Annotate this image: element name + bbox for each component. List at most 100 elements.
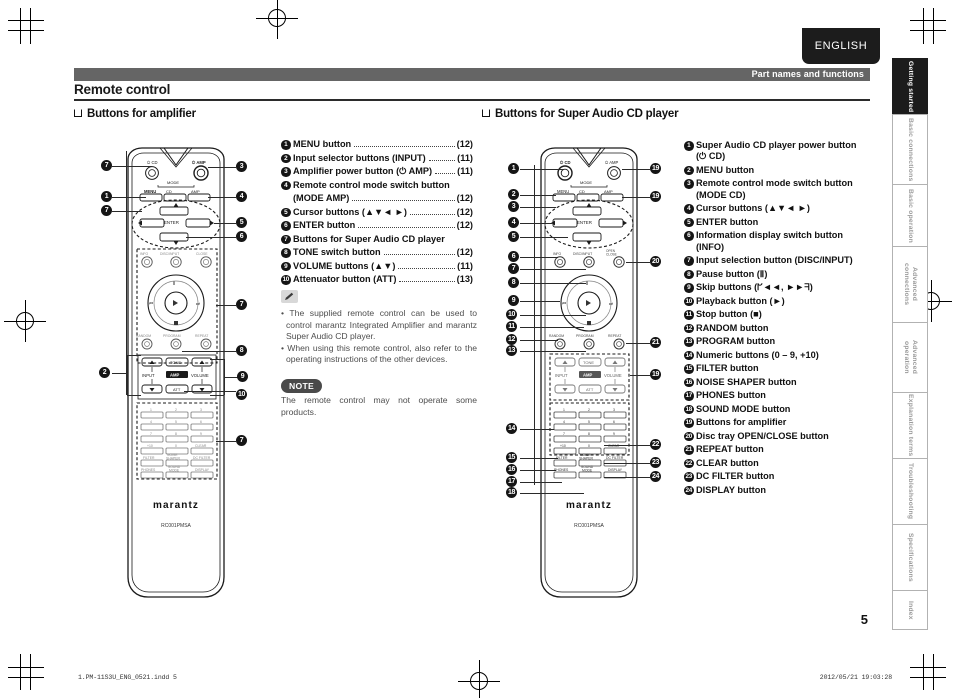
- side-tab-troubleshooting[interactable]: Troubleshooting: [892, 458, 928, 524]
- svg-text:PROGRAM: PROGRAM: [576, 334, 594, 338]
- list-item-number: 9: [684, 283, 694, 293]
- side-tab-advanced-connections[interactable]: Advanced connections: [892, 246, 928, 322]
- leader-line: [520, 493, 584, 494]
- svg-text:CLOSE: CLOSE: [196, 252, 208, 256]
- svg-text:⏻ CD: ⏻ CD: [147, 160, 158, 165]
- callout-marker: 19: [650, 163, 661, 174]
- list-item: 7 Input selection button (DISC/INPUT): [684, 255, 889, 266]
- crop-mark: [8, 20, 44, 21]
- callout-marker: 6: [508, 251, 519, 262]
- list-item-page-ref[interactable]: (12): [457, 193, 473, 204]
- list-item: 19 Buttons for amplifier: [684, 417, 889, 428]
- side-tab-label: Advanced operation: [903, 340, 918, 375]
- list-item-label: Amplifier power button (⏻ AMP): [293, 166, 433, 176]
- list-item-page-ref[interactable]: (13): [457, 274, 473, 285]
- callout-marker: 3: [236, 161, 247, 172]
- list-item-number: 2: [281, 153, 291, 163]
- list-item: 23 DC FILTER button: [684, 471, 889, 482]
- leader-line: [127, 355, 128, 395]
- list-item-page-ref[interactable]: (12): [457, 139, 473, 150]
- leader-line: [208, 167, 236, 168]
- list-item-label: Cursor buttons (▲▼◄ ►): [696, 203, 810, 214]
- list-item-number: 8: [281, 248, 291, 258]
- svg-text:DISC/INPUT: DISC/INPUT: [160, 252, 179, 256]
- list-item: 22 CLEAR button: [684, 458, 889, 469]
- callout-marker: 7: [508, 263, 519, 274]
- subheading-cd-player-label: Buttons for Super Audio CD player: [495, 108, 679, 120]
- callout-marker: 23: [650, 457, 661, 468]
- crop-mark: [8, 30, 44, 31]
- leader-line: [112, 197, 146, 198]
- leader-line: [112, 166, 152, 167]
- list-item: 9 Skip buttons (ᖸ◄◄, ►►ᖷ): [684, 282, 889, 293]
- list-item-number: 1: [684, 141, 694, 151]
- svg-text:Ⅱ: Ⅱ: [586, 281, 588, 287]
- leader-line: [127, 395, 141, 396]
- leader-line: [208, 197, 236, 198]
- crop-mark: [910, 667, 946, 668]
- svg-text:MENU: MENU: [144, 189, 156, 194]
- list-item-label: PROGRAM button: [696, 336, 776, 347]
- note-badge: NOTE: [281, 379, 323, 393]
- list-item-page-ref[interactable]: (11): [457, 166, 473, 177]
- svg-text:4: 4: [563, 420, 565, 424]
- list-item-page-ref[interactable]: (12): [457, 247, 473, 258]
- leader-line: [210, 359, 224, 360]
- svg-text:0: 0: [588, 444, 590, 448]
- svg-text:DC FILTER: DC FILTER: [193, 456, 211, 460]
- list-item: 3 Amplifier power button (⏻ AMP) (11): [281, 166, 473, 177]
- svg-text:⏭: ⏭: [609, 301, 613, 306]
- list-item-page-ref[interactable]: (11): [457, 153, 473, 164]
- list-item: 20 Disc tray OPEN/CLOSE button: [684, 431, 889, 442]
- list-item-number: 18: [684, 404, 694, 415]
- svg-text:CD: CD: [579, 189, 585, 194]
- list-item-number: 13: [684, 337, 694, 347]
- side-tab-advanced-operation[interactable]: Advanced operation: [892, 322, 928, 392]
- list-item-number: 2: [684, 165, 694, 176]
- list-item-label: SOUND MODE button: [696, 403, 791, 414]
- callout-marker: 6: [236, 231, 247, 242]
- svg-text:2: 2: [175, 408, 177, 412]
- list-item-page-ref[interactable]: (11): [457, 261, 473, 272]
- svg-text:9: 9: [613, 432, 615, 436]
- crop-mark: [8, 667, 44, 668]
- svg-text:7: 7: [150, 432, 152, 436]
- list-item: 6 Information display switch button (INFO): [684, 230, 889, 253]
- list-item-page-ref[interactable]: (12): [457, 220, 473, 231]
- side-tab-index[interactable]: Index: [892, 590, 928, 630]
- leader-line: [520, 269, 586, 270]
- tip-bullet: • When using this remote control, also r…: [281, 342, 477, 365]
- svg-text:DISC/INPUT: DISC/INPUT: [573, 252, 592, 256]
- side-tab-basic-operation[interactable]: Basic operation: [892, 184, 928, 246]
- leader-line: [186, 237, 236, 238]
- list-item: 6 ENTER button (12): [281, 220, 473, 231]
- tip-icon-box: [281, 290, 298, 303]
- svg-text:DISPLAY: DISPLAY: [608, 468, 623, 472]
- list-item-page-ref[interactable]: (12): [457, 207, 473, 218]
- callout-marker: 11: [506, 321, 517, 332]
- leader-line: [520, 223, 552, 224]
- pencil-icon: [285, 292, 294, 300]
- callout-marker: 10: [236, 389, 247, 400]
- tip-text: • The supplied remote control can be use…: [281, 308, 477, 366]
- leader-line: [224, 377, 238, 378]
- square-bullet-icon: [482, 109, 490, 117]
- svg-text:INFO: INFO: [553, 252, 561, 256]
- side-tab-label: Index: [907, 600, 914, 620]
- callout-marker: 7: [101, 205, 112, 216]
- leader-line: [184, 391, 236, 392]
- dot-leader: [435, 173, 456, 174]
- side-tab-explanation-terms[interactable]: Explanation terms: [892, 392, 928, 458]
- language-tab-label: ENGLISH: [814, 40, 868, 52]
- svg-text:FILTER: FILTER: [143, 456, 155, 460]
- side-tab-basic-connections[interactable]: Basic connections: [892, 114, 928, 184]
- list-item-label: ENTER button: [293, 220, 356, 230]
- side-tab-getting-started[interactable]: Getting started: [892, 58, 928, 114]
- list-item: 1 MENU button (12): [281, 139, 473, 150]
- list-item-label: Pause button (Ⅱ): [696, 268, 768, 279]
- side-tab-specifications[interactable]: Specifications: [892, 524, 928, 590]
- list-item-continuation: (MODE AMP) (12): [281, 193, 473, 204]
- callout-marker: 12: [506, 334, 517, 345]
- list-item-number: 4: [281, 180, 291, 190]
- crop-mark: [910, 30, 946, 31]
